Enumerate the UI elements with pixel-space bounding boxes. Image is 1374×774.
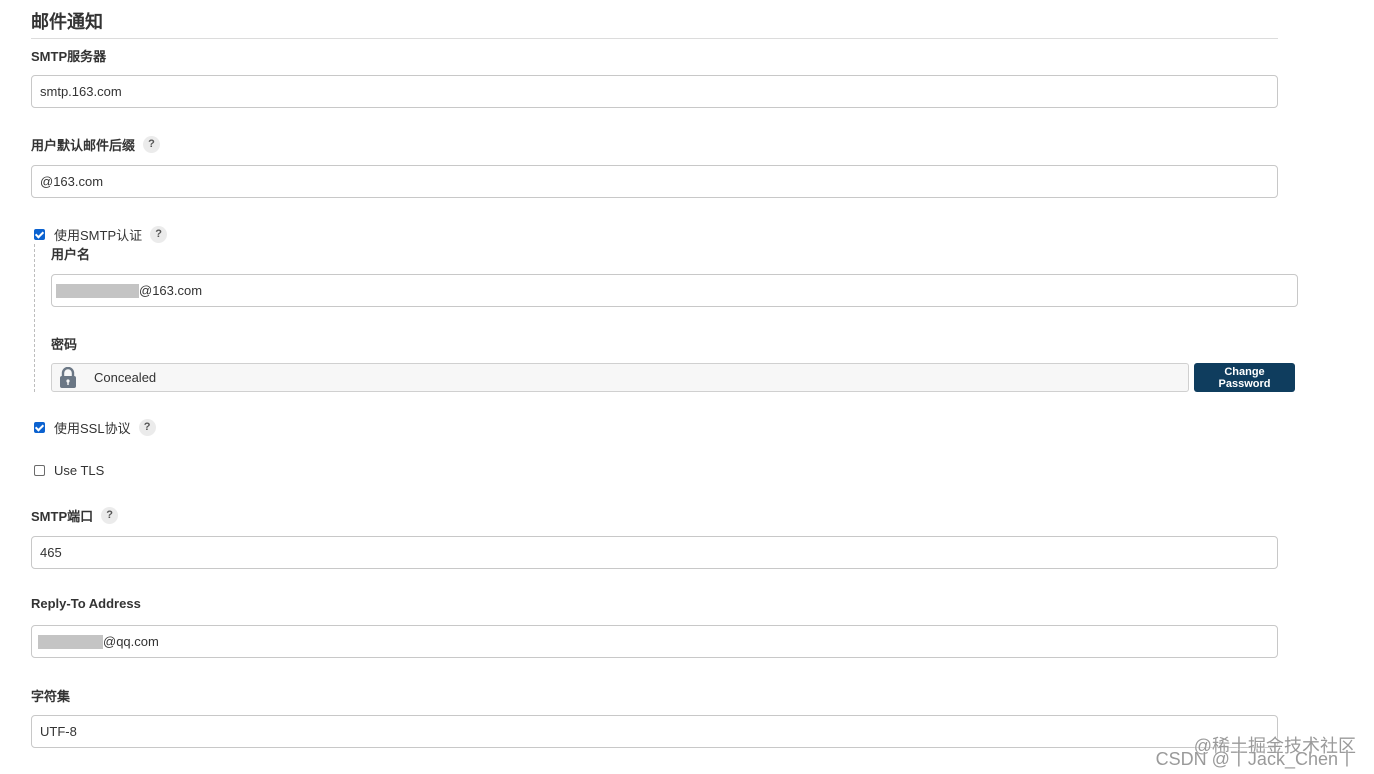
- default-suffix-label-text: 用户默认邮件后缀: [31, 138, 136, 153]
- reply-to-input[interactable]: @qq.com: [31, 625, 1278, 658]
- smtp-server-label-text: SMTP服务器: [31, 49, 107, 64]
- password-label-text: 密码: [51, 337, 78, 352]
- help-icon[interactable]: ?: [143, 136, 161, 153]
- username-label-text: 用户名: [51, 247, 91, 262]
- charset-label: 字符集: [31, 686, 70, 705]
- watermark-line2: CSDN @丨Jack_Chen丨: [1155, 749, 1356, 769]
- smtp-port-value: 465: [40, 545, 62, 560]
- default-suffix-value: @163.com: [40, 174, 104, 189]
- help-icon[interactable]: ?: [138, 419, 156, 436]
- use-ssl-checkbox[interactable]: [34, 422, 45, 433]
- charset-input[interactable]: UTF-8: [31, 715, 1278, 748]
- smtp-server-label: SMTP服务器: [31, 46, 106, 65]
- password-label: 密码: [51, 334, 77, 353]
- smtp-auth-checkbox-row[interactable]: 使用SMTP认证 ?: [34, 225, 168, 244]
- reply-to-value-suffix: @qq.com: [103, 634, 159, 649]
- password-concealed-text: Concealed: [94, 370, 157, 385]
- use-ssl-checkbox-row[interactable]: 使用SSL协议 ?: [34, 418, 156, 437]
- charset-label-text: 字符集: [31, 689, 71, 704]
- auth-group-guide: [34, 244, 35, 392]
- default-suffix-input[interactable]: @163.com: [31, 165, 1278, 198]
- use-tls-checkbox[interactable]: [34, 465, 45, 476]
- help-icon[interactable]: ?: [150, 226, 168, 243]
- change-password-button[interactable]: Change Password: [1194, 363, 1295, 392]
- username-input[interactable]: @163.com: [51, 274, 1298, 307]
- smtp-server-value: smtp.163.com: [40, 84, 122, 99]
- smtp-server-input[interactable]: smtp.163.com: [31, 75, 1278, 108]
- default-suffix-label: 用户默认邮件后缀 ?: [31, 135, 161, 154]
- help-icon[interactable]: ?: [101, 507, 119, 524]
- username-label: 用户名: [51, 244, 90, 263]
- use-ssl-label: 使用SSL协议: [54, 421, 131, 436]
- password-concealed-field: Concealed: [51, 363, 1189, 392]
- redacted-text: [38, 634, 103, 649]
- smtp-port-label-text: SMTP端口: [31, 509, 94, 524]
- use-tls-checkbox-row[interactable]: Use TLS: [34, 463, 104, 478]
- smtp-auth-label: 使用SMTP认证: [54, 228, 143, 243]
- use-tls-label: Use TLS: [54, 463, 105, 478]
- smtp-auth-checkbox[interactable]: [34, 229, 45, 240]
- reply-to-label-text: Reply-To Address: [31, 596, 141, 611]
- lock-icon: [60, 366, 76, 388]
- redacted-text: [56, 283, 139, 298]
- smtp-port-input[interactable]: 465: [31, 536, 1278, 569]
- username-value-suffix: @163.com: [139, 283, 203, 298]
- smtp-port-label: SMTP端口 ?: [31, 506, 119, 525]
- reply-to-label: Reply-To Address: [31, 596, 141, 611]
- section-title: 邮件通知: [31, 8, 1278, 39]
- charset-value: UTF-8: [40, 724, 77, 739]
